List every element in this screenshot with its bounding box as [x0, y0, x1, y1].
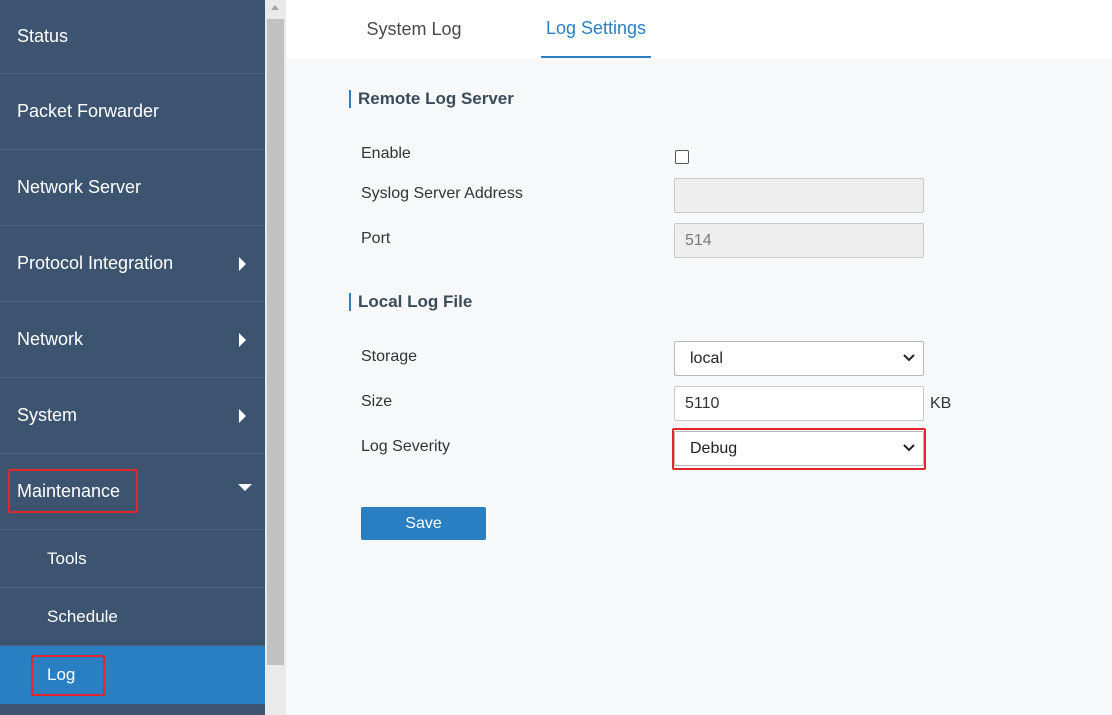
chevron-down-icon — [238, 483, 252, 491]
sidebar-subitem-label: Tools — [47, 548, 87, 568]
section-title-remote-log-server: Remote Log Server — [349, 90, 514, 108]
port-label: Port — [361, 230, 391, 247]
sidebar-item-label: Network — [17, 329, 84, 349]
sidebar-subitem-tools[interactable]: Tools — [0, 530, 265, 588]
sidebar-item-maintenance[interactable]: Maintenance — [0, 454, 265, 530]
sidebar-item-label: System — [17, 405, 78, 425]
sidebar-item-protocol-integration[interactable]: Protocol Integration — [0, 226, 265, 302]
scrollbar[interactable] — [265, 0, 286, 715]
size-label: Size — [361, 393, 393, 410]
enable-label: Enable — [361, 145, 411, 162]
size-unit-label: KB — [930, 395, 952, 412]
sidebar-item-network-server[interactable]: Network Server — [0, 150, 265, 226]
tab-label: System Log — [366, 18, 462, 39]
syslog-server-address-input[interactable] — [674, 178, 924, 213]
sidebar-item-label: Network Server — [17, 177, 142, 197]
scrollbar-thumb[interactable] — [267, 19, 284, 665]
section-title-local-log-file: Local Log File — [349, 293, 472, 311]
sidebar-item-label: Packet Forwarder — [17, 101, 160, 121]
sidebar-subitem-schedule[interactable]: Schedule — [0, 588, 265, 646]
sidebar: Status Packet Forwarder Network Server P… — [0, 0, 265, 715]
tab-system-log[interactable]: System Log — [359, 0, 469, 58]
chevron-right-icon — [239, 408, 246, 423]
save-button[interactable]: Save — [361, 507, 486, 540]
sidebar-subitem-label: Log — [47, 665, 76, 684]
sidebar-item-status[interactable]: Status — [0, 0, 265, 74]
sidebar-subitem-log[interactable]: Log — [0, 646, 265, 704]
sidebar-item-label: Status — [17, 26, 69, 46]
sidebar-item-label: Maintenance — [17, 481, 121, 501]
enable-checkbox[interactable] — [675, 150, 689, 164]
chevron-right-icon — [239, 332, 246, 347]
storage-select-value: local — [690, 349, 723, 367]
log-severity-select[interactable]: Debug — [674, 431, 924, 466]
sidebar-item-label: Protocol Integration — [17, 253, 174, 273]
tab-label: Log Settings — [545, 17, 647, 38]
log-severity-select-value: Debug — [690, 439, 738, 457]
sidebar-item-system[interactable]: System — [0, 378, 265, 454]
chevron-down-icon — [903, 354, 915, 362]
storage-select[interactable]: local — [674, 341, 924, 376]
sidebar-item-network[interactable]: Network — [0, 302, 265, 378]
sidebar-subitem-label: Schedule — [47, 606, 118, 626]
syslog-server-address-label: Syslog Server Address — [361, 185, 523, 202]
sidebar-item-packet-forwarder[interactable]: Packet Forwarder — [0, 74, 265, 150]
port-input[interactable]: 514 — [674, 223, 924, 258]
chevron-right-icon — [239, 256, 246, 271]
storage-label: Storage — [361, 348, 418, 365]
size-input[interactable]: 5110 — [674, 386, 924, 421]
tab-bar: System Log Log Settings — [286, 0, 1112, 58]
tab-log-settings[interactable]: Log Settings — [541, 0, 651, 58]
chevron-down-icon — [903, 444, 915, 452]
scroll-up-arrow-icon[interactable] — [271, 5, 279, 10]
log-severity-label: Log Severity — [361, 438, 450, 455]
